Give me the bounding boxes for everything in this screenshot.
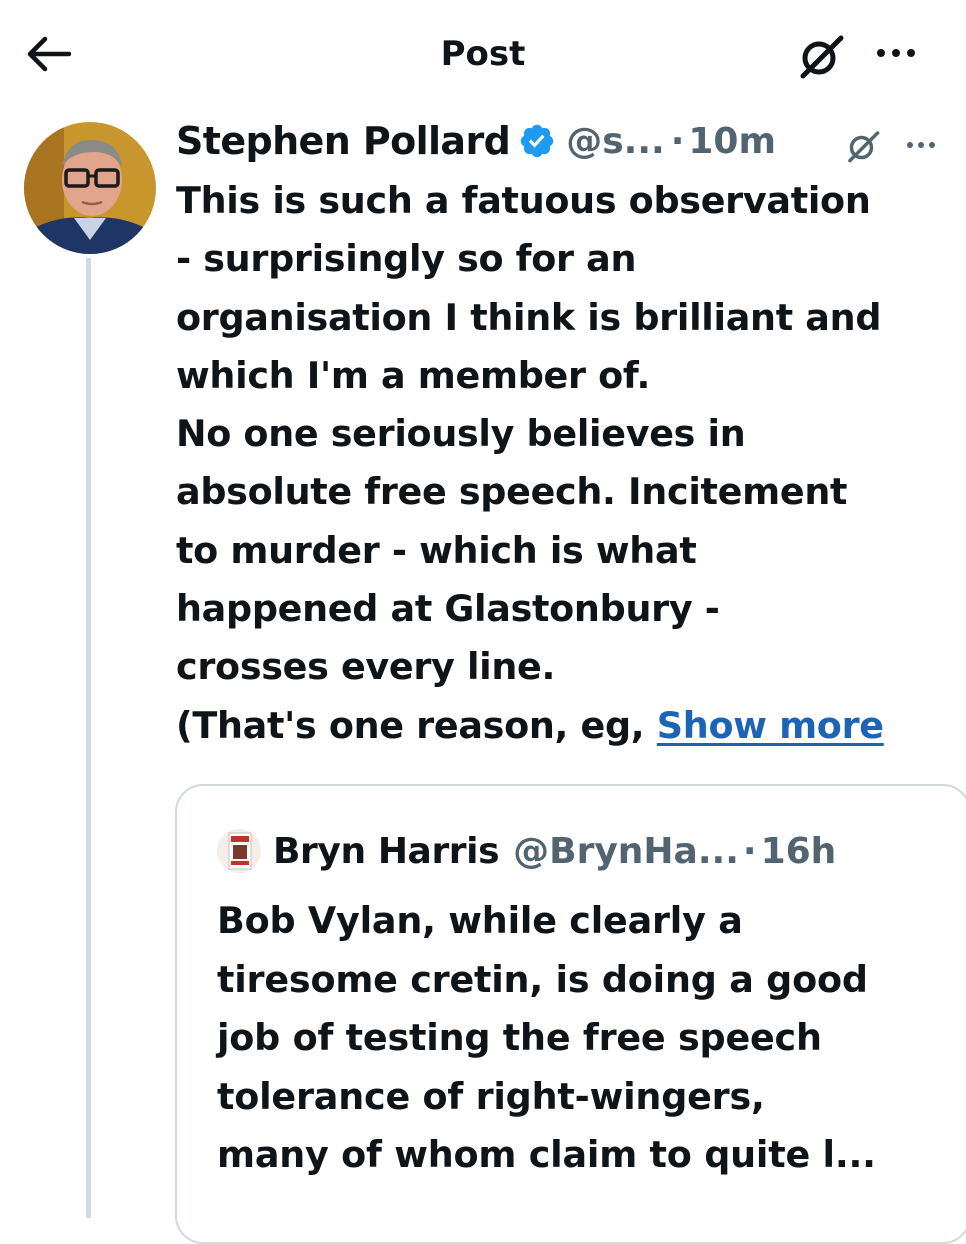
- quoted-text-line: job of testing the free speech: [217, 1016, 822, 1059]
- show-more-link[interactable]: Show more: [657, 704, 884, 747]
- quoted-post-card[interactable]: Bryn Harris @BrynHa... · 16h Bob Vylan, …: [175, 784, 966, 1244]
- post-header: Stephen Pollard @s... · 10m: [176, 115, 946, 167]
- quoted-author-handle: @BrynHa...: [513, 830, 739, 872]
- top-bar: Post: [0, 0, 966, 108]
- separator-dot: ·: [670, 120, 685, 162]
- quoted-text-line: tolerance of right-wingers,: [217, 1074, 765, 1118]
- post-text-line: absolute free speech. Incitement: [176, 470, 848, 514]
- quoted-text-line: tiresome cretin, is doing a good: [217, 957, 868, 1001]
- post-text-line: which I'm a member of.: [176, 353, 651, 397]
- post-more-button[interactable]: [898, 130, 944, 160]
- author-name[interactable]: Stephen Pollard: [176, 119, 511, 163]
- more-options-button[interactable]: [866, 30, 926, 76]
- post-text-last-line: (That's one reason, eg, Show more: [176, 697, 956, 755]
- post-text-line: - surprisingly so for an: [176, 237, 637, 281]
- more-horizontal-icon: [907, 142, 935, 148]
- post-text-line: organisation I think is brilliant and: [176, 295, 882, 339]
- quote-avatar: [217, 829, 261, 873]
- quoted-text-line: many of whom claim to quite l...: [217, 1133, 876, 1176]
- post-text-line: to murder - which is what: [176, 528, 697, 572]
- post-text-line: This is such a fatuous observation: [176, 179, 871, 222]
- author-handle[interactable]: @s...: [566, 121, 664, 162]
- verified-badge-icon: [518, 122, 556, 160]
- grok-icon: [848, 131, 880, 163]
- thread-line: [86, 258, 91, 1218]
- quoted-author-name: Bryn Harris: [273, 830, 500, 872]
- post-text-line: happened at Glastonbury -: [176, 587, 720, 631]
- quoted-text-line: Bob Vylan, while clearly a: [217, 899, 743, 942]
- quoted-timestamp: 16h: [760, 830, 837, 872]
- grok-icon: [800, 35, 844, 79]
- post-text-fragment: (That's one reason, eg,: [176, 703, 645, 747]
- post-text: This is such a fatuous observation - sur…: [176, 172, 956, 755]
- post-text-line: crosses every line.: [176, 645, 556, 689]
- quoted-post-header: Bryn Harris @BrynHa... · 16h: [217, 826, 836, 876]
- separator-dot: ·: [742, 830, 757, 872]
- post-timestamp[interactable]: 10m: [688, 121, 776, 162]
- quoted-post-text: Bob Vylan, while clearly a tiresome cret…: [217, 892, 957, 1185]
- post-text-line: No one seriously believes in: [176, 412, 746, 456]
- more-horizontal-icon: [877, 49, 915, 57]
- grok-button[interactable]: [792, 30, 850, 82]
- author-avatar[interactable]: [24, 122, 156, 254]
- grok-post-button[interactable]: [840, 124, 886, 168]
